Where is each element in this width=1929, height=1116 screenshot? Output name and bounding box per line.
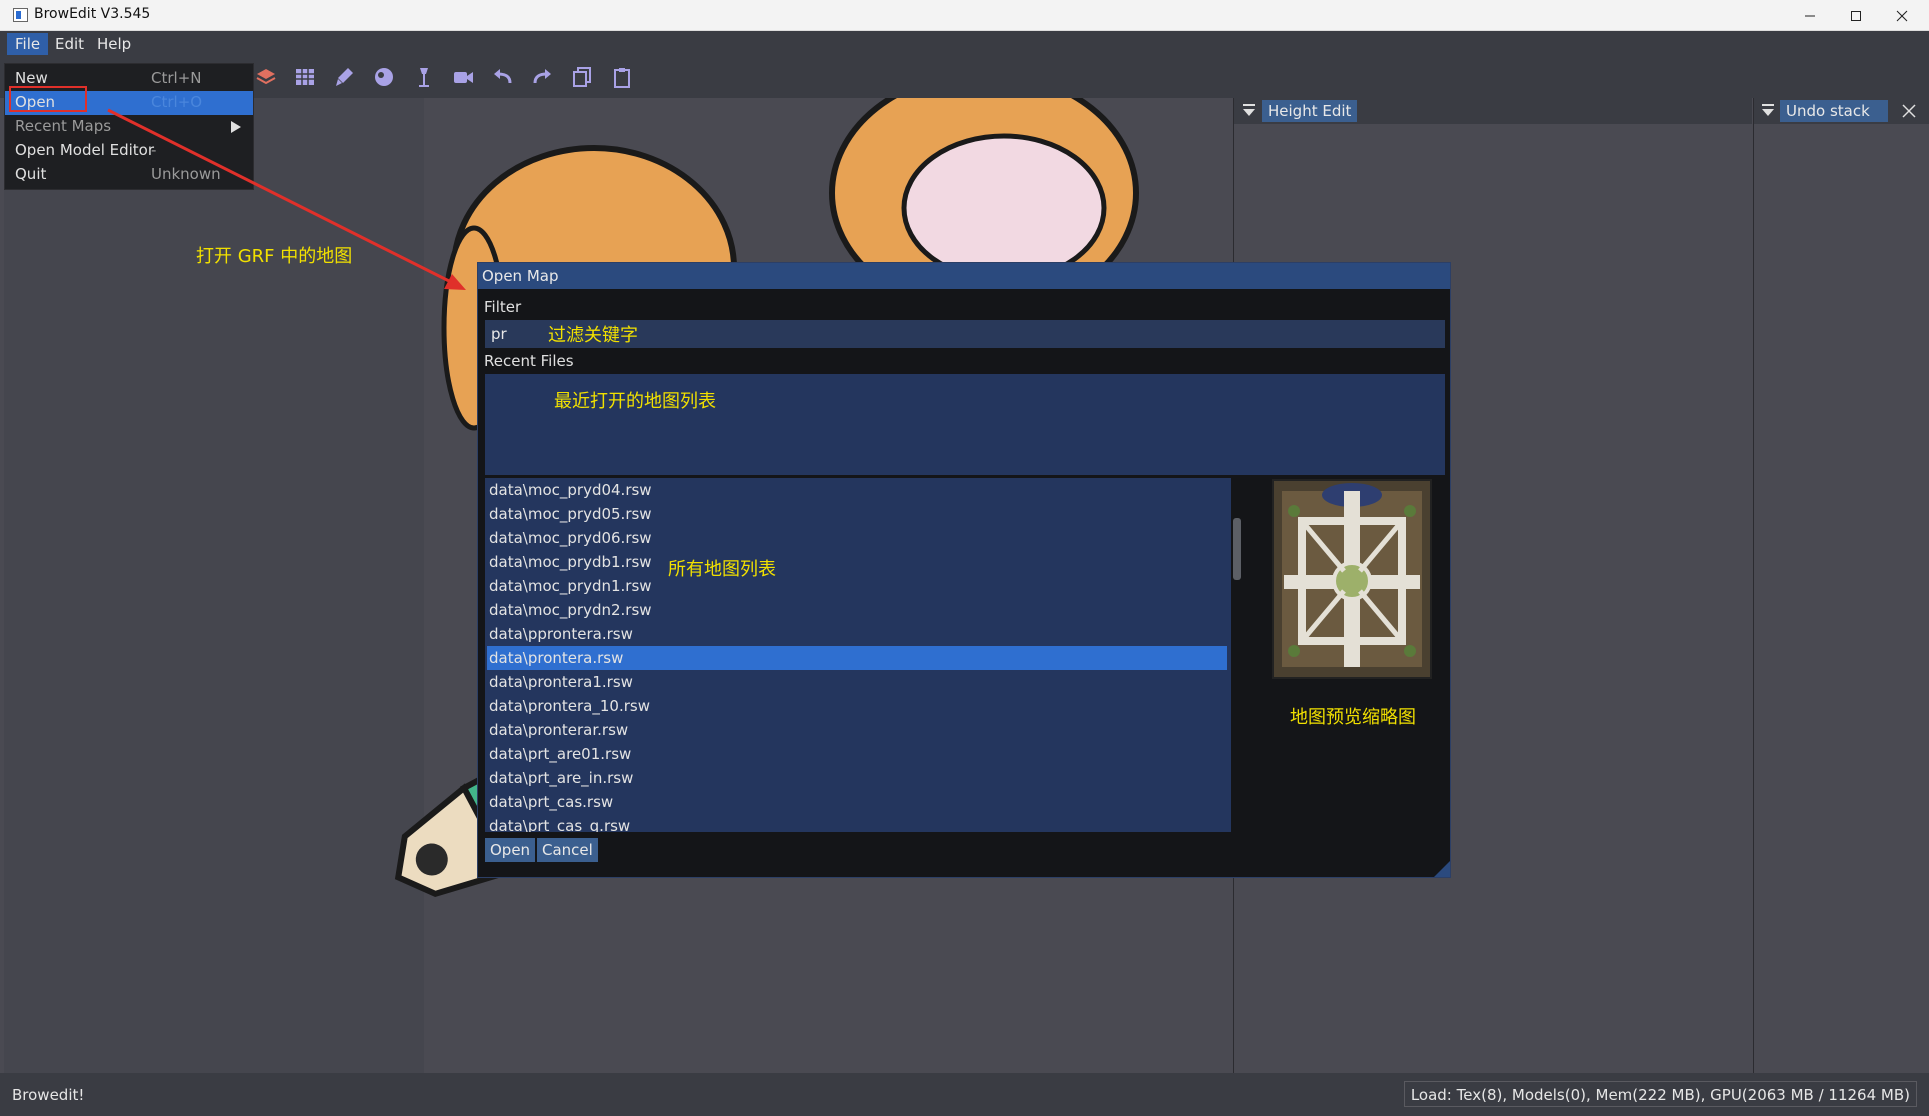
window-title: BrowEdit V3.545 bbox=[34, 6, 151, 22]
list-scrollbar-thumb[interactable] bbox=[1233, 518, 1241, 580]
redo-icon bbox=[533, 69, 551, 84]
menu-item-recent-maps[interactable]: Recent Maps bbox=[5, 115, 253, 139]
dialog-title: Open Map bbox=[478, 263, 1450, 289]
redo-button[interactable] bbox=[527, 62, 557, 92]
menu-item-open-model-editor[interactable]: Open Model Editor - bbox=[5, 139, 253, 163]
close-panel-icon[interactable] bbox=[1902, 104, 1916, 118]
undo-icon bbox=[494, 69, 512, 84]
app-icon bbox=[13, 8, 28, 22]
grid-icon bbox=[296, 69, 314, 85]
list-item[interactable]: data\pprontera.rsw bbox=[487, 622, 1227, 646]
map-preview-image bbox=[1274, 481, 1430, 677]
paste-button[interactable] bbox=[607, 62, 637, 92]
menu-item-shortcut: Ctrl+N bbox=[151, 69, 202, 87]
camera-tool-button[interactable] bbox=[448, 62, 478, 92]
filter-label: Filter bbox=[484, 298, 522, 316]
menu-item-quit[interactable]: Quit Unknown bbox=[5, 163, 253, 187]
copy-icon bbox=[573, 67, 591, 87]
undo-button[interactable] bbox=[488, 62, 518, 92]
grid-tool-button[interactable] bbox=[290, 62, 320, 92]
copy-button[interactable] bbox=[567, 62, 597, 92]
minimize-icon bbox=[1805, 15, 1815, 16]
object-tool-button[interactable] bbox=[369, 62, 399, 92]
list-item[interactable]: data\prt_cas.rsw bbox=[487, 790, 1227, 814]
collapse-icon[interactable] bbox=[1242, 103, 1256, 117]
list-item[interactable]: data\moc_pryd04.rsw bbox=[487, 478, 1227, 502]
collapse-icon[interactable] bbox=[1761, 103, 1775, 117]
toolbar bbox=[0, 56, 1929, 98]
status-message: Browedit! bbox=[12, 1086, 85, 1104]
list-item-selected[interactable]: data\prontera.rsw bbox=[487, 646, 1227, 670]
annotation-open-grf: 打开 GRF 中的地图 bbox=[196, 246, 353, 267]
annotation-preview: 地图预览缩略图 bbox=[1290, 707, 1416, 728]
annotation-all-maps: 所有地图列表 bbox=[668, 559, 776, 580]
submenu-arrow-icon bbox=[231, 121, 241, 133]
close-icon bbox=[1896, 10, 1908, 21]
list-item[interactable]: data\moc_pryd05.rsw bbox=[487, 502, 1227, 526]
list-item[interactable]: data\prontera1.rsw bbox=[487, 670, 1227, 694]
undo-stack-panel bbox=[1753, 98, 1929, 1073]
open-map-dialog: Open Map Filter pr 过滤关键字 Recent Files 最近… bbox=[477, 262, 1451, 878]
layers-icon bbox=[256, 69, 276, 85]
list-item[interactable]: data\moc_prydn2.rsw bbox=[487, 598, 1227, 622]
menu-item-shortcut: Unknown bbox=[151, 165, 221, 183]
camera-icon bbox=[454, 72, 473, 83]
resource-stats: Load: Tex(8), Models(0), Mem(222 MB), GP… bbox=[1403, 1081, 1917, 1107]
menu-item-shortcut: - bbox=[151, 141, 157, 159]
menu-edit[interactable]: Edit bbox=[47, 33, 92, 55]
filter-value: pr bbox=[491, 325, 507, 343]
paint-tool-button[interactable] bbox=[329, 62, 359, 92]
list-item[interactable]: data\prt_are_in.rsw bbox=[487, 766, 1227, 790]
tab-height-edit[interactable]: Height Edit bbox=[1262, 100, 1358, 122]
menu-item-label: Quit bbox=[15, 165, 47, 183]
menu-item-label: New bbox=[15, 69, 48, 87]
list-item[interactable]: data\prt_are01.rsw bbox=[487, 742, 1227, 766]
menu-item-label: Open Model Editor bbox=[15, 141, 155, 159]
menu-item-label: Recent Maps bbox=[15, 117, 112, 135]
menu-file[interactable]: File bbox=[7, 33, 49, 55]
annotation-recent-list: 最近打开的地图列表 bbox=[554, 391, 716, 412]
close-window-button[interactable] bbox=[1879, 0, 1925, 31]
open-highlight-box bbox=[9, 86, 87, 112]
map-file-list[interactable]: data\moc_pryd04.rsw data\moc_pryd05.rsw … bbox=[485, 478, 1231, 832]
file-menu-dropdown: New Ctrl+N Open Ctrl+O Recent Maps Open … bbox=[4, 63, 254, 190]
maximize-button[interactable] bbox=[1833, 0, 1879, 31]
list-item[interactable]: data\prontera_10.rsw bbox=[487, 694, 1227, 718]
menu-help[interactable]: Help bbox=[89, 33, 139, 55]
list-item[interactable]: data\pronterar.rsw bbox=[487, 718, 1227, 742]
menu-item-shortcut: Ctrl+O bbox=[151, 93, 203, 111]
annotation-filter-keyword: 过滤关键字 bbox=[548, 325, 638, 346]
status-bar: Browedit! Load: Tex(8), Models(0), Mem(2… bbox=[0, 1073, 1929, 1116]
paste-icon bbox=[614, 68, 630, 88]
light-tool-button[interactable] bbox=[409, 62, 439, 92]
list-item[interactable]: data\moc_prydn1.rsw bbox=[487, 574, 1227, 598]
open-button[interactable]: Open bbox=[485, 838, 536, 862]
layers-tool-button[interactable] bbox=[251, 62, 281, 92]
list-item[interactable]: data\moc_pryd06.rsw bbox=[487, 526, 1227, 550]
menu-bar: File Edit Help bbox=[0, 31, 1929, 56]
maximize-icon bbox=[1851, 10, 1861, 21]
recent-files-label: Recent Files bbox=[484, 352, 574, 370]
lamp-icon bbox=[419, 68, 429, 87]
window-titlebar: BrowEdit V3.545 bbox=[0, 0, 1929, 31]
brush-icon bbox=[336, 68, 353, 86]
list-item[interactable]: data\prt_cas_q.rsw bbox=[487, 814, 1227, 832]
cancel-button[interactable]: Cancel bbox=[537, 838, 598, 862]
minimize-button[interactable] bbox=[1787, 0, 1833, 31]
map-preview-thumbnail bbox=[1272, 479, 1432, 679]
object-icon bbox=[375, 68, 393, 86]
tab-undo-stack[interactable]: Undo stack bbox=[1780, 100, 1888, 122]
resize-grip-icon[interactable] bbox=[1434, 861, 1450, 877]
list-item[interactable]: data\moc_prydb1.rsw bbox=[487, 550, 1227, 574]
